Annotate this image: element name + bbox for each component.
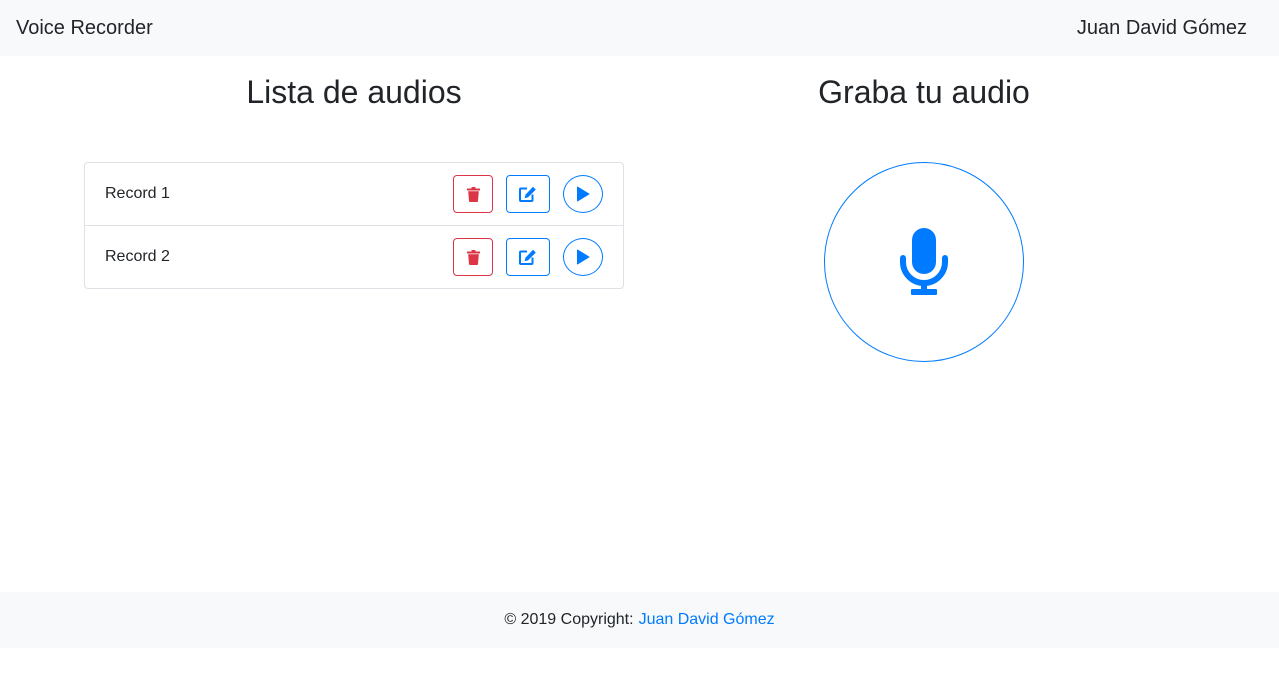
brand-logo[interactable]: Voice Recorder [16,17,153,40]
audio-name: Record 1 [105,185,170,202]
delete-button[interactable] [453,238,493,276]
list-item: Record 1 [85,163,623,226]
item-actions [453,238,603,276]
record-title: Graba tu audio [818,74,1030,110]
trash-icon [466,249,480,265]
user-name: Juan David Gómez [1076,16,1247,39]
item-actions [453,175,603,213]
edit-button[interactable] [506,175,550,213]
play-button[interactable] [563,175,603,213]
audio-name: Record 2 [105,248,170,265]
footer: © 2019 Copyright: Juan David Gómez [0,592,1279,648]
list-item: Record 2 [85,226,623,288]
navbar: Voice Recorder Juan David Gómez [0,0,1279,56]
audio-list-title: Lista de audios [246,74,462,110]
edit-icon [519,249,537,265]
microphone-icon [900,228,948,296]
play-button[interactable] [563,238,603,276]
delete-button[interactable] [453,175,493,213]
author-link[interactable]: Juan David Gómez [639,611,775,629]
trash-icon [466,186,480,202]
edit-icon [519,186,537,202]
play-icon [576,249,590,265]
play-icon [576,186,590,202]
edit-button[interactable] [506,238,550,276]
audio-list: Record 1 Record 2 [84,162,624,289]
record-button[interactable] [824,162,1024,362]
copyright-text: © 2019 Copyright: [504,611,634,628]
